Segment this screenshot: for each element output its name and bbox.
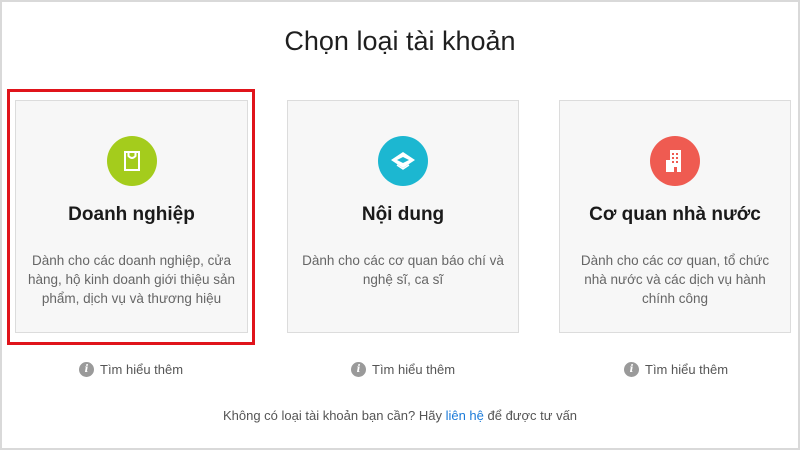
card-title: Doanh nghiệp <box>68 204 195 225</box>
footer-help-text: Không có loại tài khoản bạn cần? Hãy liê… <box>2 408 798 423</box>
footer-text-after: để được tư vấn <box>483 408 578 423</box>
learn-more-label: Tìm hiểu thêm <box>372 361 456 377</box>
info-icon: i <box>351 361 366 377</box>
building-icon <box>650 136 700 186</box>
card-title: Cơ quan nhà nước <box>589 204 761 225</box>
card-description: Dành cho các cơ quan báo chí và nghệ sĩ,… <box>302 253 504 287</box>
learn-more-label: Tìm hiểu thêm <box>100 361 184 377</box>
footer-text-before: Không có loại tài khoản bạn cần? Hãy <box>222 408 446 423</box>
card-description: Dành cho các cơ quan, tổ chức nhà nước v… <box>580 253 770 306</box>
card-title: Nội dung <box>361 204 445 225</box>
learn-more-link-content[interactable]: i Tìm hiểu thêm <box>351 360 455 378</box>
learn-more-link-government[interactable]: i Tìm hiểu thêm <box>624 360 728 378</box>
account-type-card-government[interactable]: Cơ quan nhà nước Dành cho các cơ quan, t… <box>559 100 791 333</box>
info-icon: i <box>624 361 639 377</box>
account-type-card-content[interactable]: Nội dung Dành cho các cơ quan báo chí và… <box>287 100 519 333</box>
info-icon: i <box>79 361 94 377</box>
shopping-bag-icon <box>106 136 157 186</box>
account-type-card-business[interactable]: Doanh nghiệp Dành cho các doanh nghiệp, … <box>15 100 248 333</box>
card-description: Dành cho các doanh nghiệp, cửa hàng, hộ … <box>28 253 236 306</box>
learn-more-link-business[interactable]: i Tìm hiểu thêm <box>79 360 183 378</box>
contact-link[interactable]: liên hệ <box>446 408 484 423</box>
content-layers-icon <box>378 136 428 186</box>
learn-more-label: Tìm hiểu thêm <box>645 361 729 377</box>
page-title: Chọn loại tài khoản <box>284 26 516 56</box>
